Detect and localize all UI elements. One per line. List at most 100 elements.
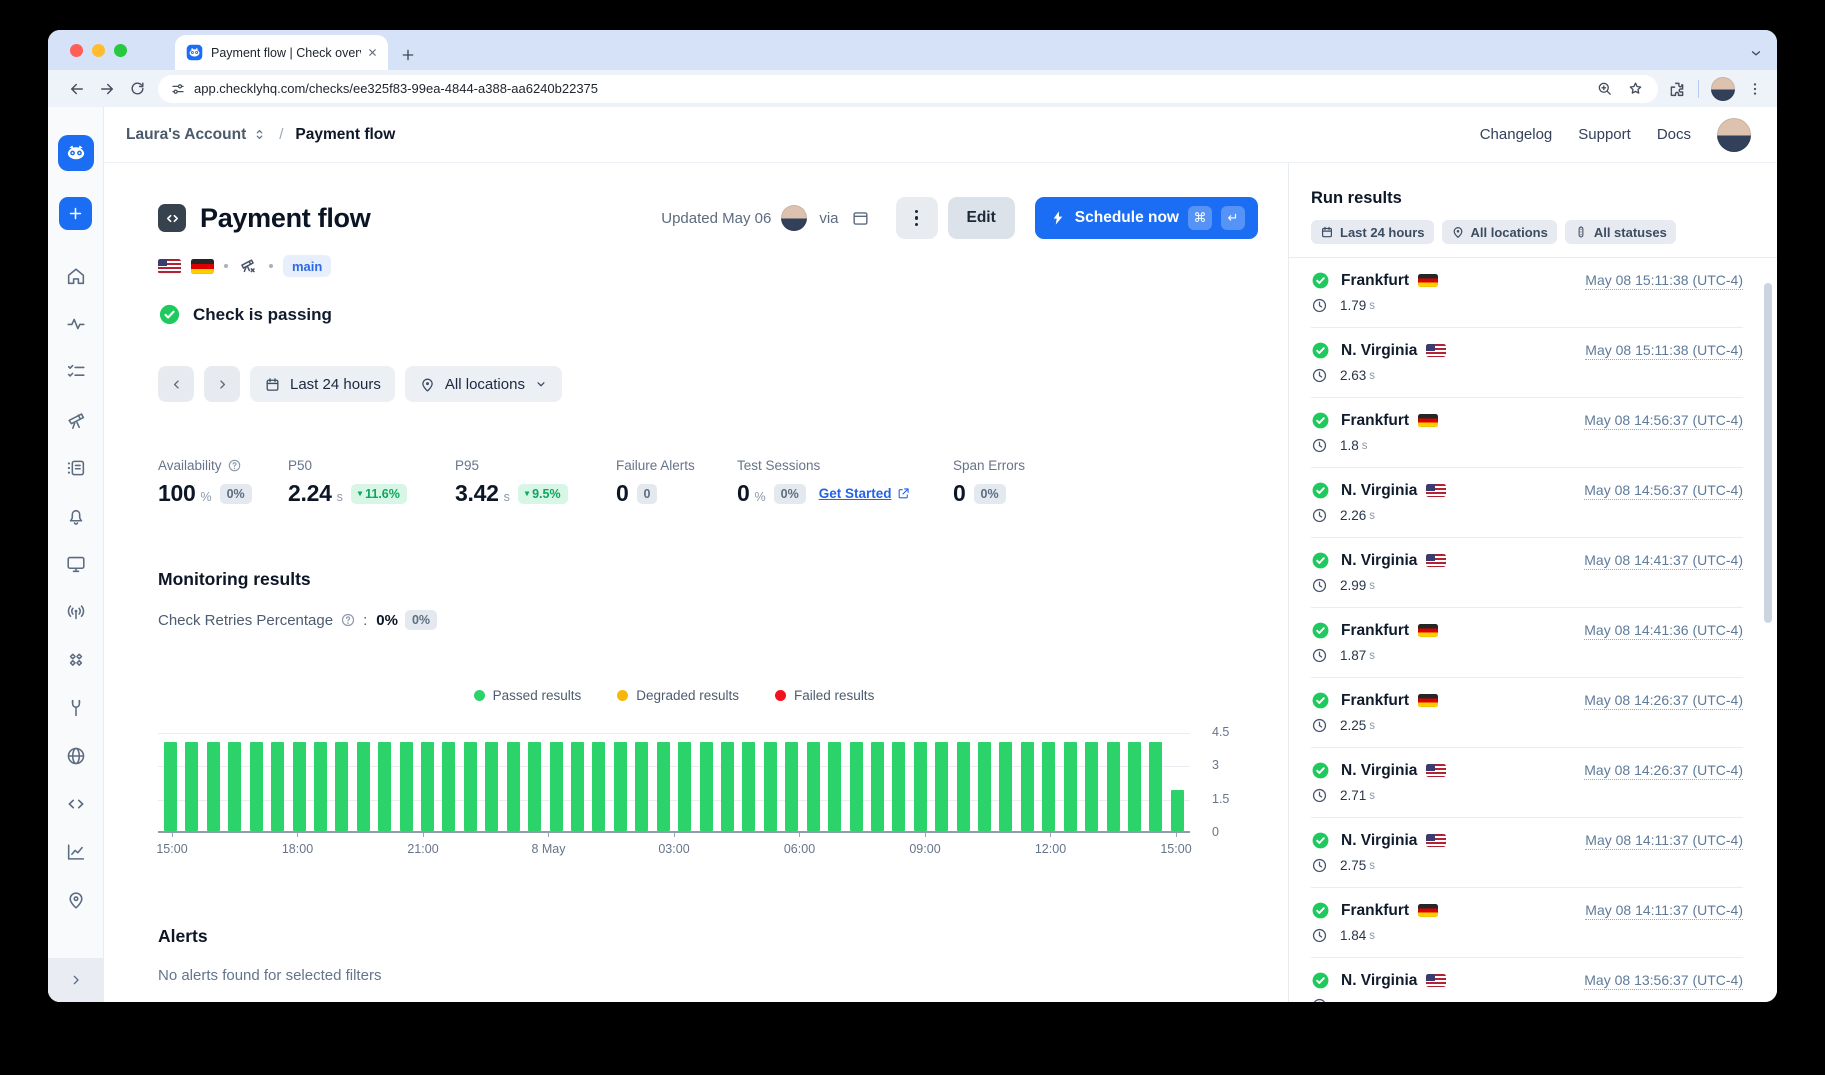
sidebar-item-telescope-icon[interactable] bbox=[48, 396, 104, 444]
divider bbox=[1698, 80, 1699, 98]
stat: Failure Alerts 0 0 bbox=[616, 458, 737, 507]
maximize-window-button[interactable] bbox=[114, 44, 127, 57]
tab-close-icon[interactable] bbox=[367, 47, 378, 58]
sidebar-item-code-icon[interactable] bbox=[48, 780, 104, 828]
reload-button[interactable] bbox=[122, 74, 152, 104]
run-timestamp-link[interactable]: May 08 14:26:37 (UTC-4) bbox=[1584, 692, 1743, 710]
sidebar-item-checklist-icon[interactable] bbox=[48, 348, 104, 396]
run-result-item[interactable]: Frankfurt May 08 15:11:38 (UTC-4) 1.79 s bbox=[1311, 258, 1743, 328]
run-result-item[interactable]: Frankfurt May 08 14:56:37 (UTC-4) 1.8 s bbox=[1311, 398, 1743, 468]
clock-icon bbox=[1311, 507, 1328, 524]
stat-label: Test Sessions bbox=[737, 458, 953, 473]
sidebar-item-notifications-icon[interactable] bbox=[48, 492, 104, 540]
close-window-button[interactable] bbox=[70, 44, 83, 57]
back-button[interactable] bbox=[62, 74, 92, 104]
run-result-item[interactable]: N. Virginia May 08 13:56:37 (UTC-4) bbox=[1311, 958, 1743, 1002]
sidebar-item-analytics-icon[interactable] bbox=[48, 828, 104, 876]
edit-button[interactable]: Edit bbox=[948, 197, 1015, 239]
sidebar-item-locations-icon[interactable] bbox=[48, 876, 104, 924]
runs-locations-badge: All locations bbox=[1442, 220, 1557, 244]
run-result-item[interactable]: Frankfurt May 08 14:41:36 (UTC-4) 1.87 s bbox=[1311, 608, 1743, 678]
run-timestamp-link[interactable]: May 08 13:56:37 (UTC-4) bbox=[1584, 972, 1743, 990]
browser-window: Payment flow | Check overview app.checkl… bbox=[48, 30, 1777, 1002]
run-result-item[interactable]: N. Virginia May 08 14:41:37 (UTC-4) 2.99… bbox=[1311, 538, 1743, 608]
clock-icon bbox=[1311, 297, 1328, 314]
extensions-puzzle-icon[interactable] bbox=[1668, 80, 1686, 98]
next-range-button[interactable] bbox=[204, 366, 240, 402]
alerts-empty-text: No alerts found for selected filters bbox=[158, 967, 1288, 984]
sidebar-item-dashboards-icon[interactable] bbox=[48, 540, 104, 588]
run-timestamp-link[interactable]: May 08 14:26:37 (UTC-4) bbox=[1584, 762, 1743, 780]
help-icon[interactable] bbox=[340, 612, 356, 628]
link-changelog[interactable]: Changelog bbox=[1480, 126, 1553, 143]
run-timestamp-link[interactable]: May 08 14:41:36 (UTC-4) bbox=[1584, 622, 1743, 640]
run-location: N. Virginia bbox=[1341, 482, 1417, 500]
sidebar-item-activity-icon[interactable] bbox=[48, 300, 104, 348]
run-result-item[interactable]: Frankfurt May 08 14:11:37 (UTC-4) 1.84 s bbox=[1311, 888, 1743, 958]
run-duration: 2.25 bbox=[1340, 718, 1366, 733]
cmd-key-icon: ⌘ bbox=[1188, 206, 1212, 230]
run-result-item[interactable]: N. Virginia May 08 14:26:37 (UTC-4) 2.71… bbox=[1311, 748, 1743, 818]
sidebar-item-broadcast-icon[interactable] bbox=[48, 588, 104, 636]
more-options-button[interactable] bbox=[896, 197, 938, 239]
run-timestamp-link[interactable]: May 08 14:56:37 (UTC-4) bbox=[1584, 412, 1743, 430]
chrome-menu-icon[interactable] bbox=[1747, 81, 1763, 97]
branch-badge[interactable]: main bbox=[283, 255, 331, 277]
x-axis-labels: 15:0018:0021:008 May03:0006:0009:0012:00… bbox=[152, 833, 1196, 856]
schedule-now-button[interactable]: Schedule now ⌘ ↵ bbox=[1035, 197, 1258, 239]
de-flag-icon bbox=[191, 259, 214, 274]
run-duration-unit: s bbox=[1369, 370, 1375, 382]
run-location: Frankfurt bbox=[1341, 902, 1409, 920]
zoom-icon[interactable] bbox=[1596, 80, 1613, 97]
bar-chart-plot[interactable] bbox=[158, 733, 1190, 833]
site-settings-icon[interactable] bbox=[170, 81, 186, 97]
run-timestamp-link[interactable]: May 08 14:11:37 (UTC-4) bbox=[1585, 902, 1743, 920]
link-support[interactable]: Support bbox=[1578, 126, 1631, 143]
run-timestamp-link[interactable]: May 08 14:11:37 (UTC-4) bbox=[1585, 832, 1743, 850]
stat-label: P95 bbox=[455, 458, 616, 473]
run-timestamp-link[interactable]: May 08 14:41:37 (UTC-4) bbox=[1584, 552, 1743, 570]
previous-range-button[interactable] bbox=[158, 366, 194, 402]
page-title: Payment flow bbox=[200, 203, 370, 234]
separator-dot bbox=[224, 264, 228, 268]
url-text: app.checklyhq.com/checks/ee325f83-99ea-4… bbox=[194, 81, 1596, 96]
address-bar[interactable]: app.checklyhq.com/checks/ee325f83-99ea-4… bbox=[158, 75, 1658, 103]
help-icon[interactable] bbox=[227, 458, 242, 473]
sidebar-expand-button[interactable] bbox=[48, 958, 104, 1002]
us-flag-icon bbox=[158, 259, 181, 274]
check-status-text: Check is passing bbox=[193, 305, 332, 325]
forward-button[interactable] bbox=[92, 74, 122, 104]
scrollbar-thumb[interactable] bbox=[1764, 283, 1772, 623]
get-started-link[interactable]: Get Started bbox=[819, 486, 911, 501]
run-timestamp-link[interactable]: May 08 15:11:38 (UTC-4) bbox=[1585, 342, 1743, 360]
minimize-window-button[interactable] bbox=[92, 44, 105, 57]
retries-label: Check Retries Percentage bbox=[158, 612, 333, 629]
run-duration: 2.75 bbox=[1340, 858, 1366, 873]
locations-filter[interactable]: All locations bbox=[405, 366, 562, 402]
via-label: via bbox=[819, 210, 838, 227]
run-result-item[interactable]: N. Virginia May 08 15:11:38 (UTC-4) 2.63… bbox=[1311, 328, 1743, 398]
create-new-button[interactable] bbox=[59, 197, 92, 230]
user-avatar[interactable] bbox=[1717, 118, 1751, 152]
sidebar-item-maintenance-icon[interactable] bbox=[48, 684, 104, 732]
run-result-item[interactable]: N. Virginia May 08 14:56:37 (UTC-4) 2.26… bbox=[1311, 468, 1743, 538]
sidebar-item-home-icon[interactable] bbox=[48, 252, 104, 300]
time-range-filter[interactable]: Last 24 hours bbox=[250, 366, 395, 402]
new-tab-button[interactable] bbox=[400, 47, 416, 63]
sidebar-item-integrations-icon[interactable] bbox=[48, 636, 104, 684]
link-docs[interactable]: Docs bbox=[1657, 126, 1691, 143]
run-timestamp-link[interactable]: May 08 15:11:38 (UTC-4) bbox=[1585, 272, 1743, 290]
run-timestamp-link[interactable]: May 08 14:56:37 (UTC-4) bbox=[1584, 482, 1743, 500]
sidebar-item-globe-icon[interactable] bbox=[48, 732, 104, 780]
sidebar-item-logs-icon[interactable] bbox=[48, 444, 104, 492]
run-result-item[interactable]: N. Virginia May 08 14:11:37 (UTC-4) 2.75… bbox=[1311, 818, 1743, 888]
run-duration: 1.87 bbox=[1340, 648, 1366, 663]
browser-tab[interactable]: Payment flow | Check overview bbox=[175, 35, 388, 70]
checkly-logo[interactable] bbox=[58, 135, 94, 171]
tab-list-chevron-icon[interactable] bbox=[1749, 46, 1763, 60]
clock-icon bbox=[1311, 437, 1328, 454]
chrome-profile-avatar[interactable] bbox=[1711, 77, 1735, 101]
account-switcher[interactable]: Laura's Account bbox=[126, 126, 267, 144]
bookmark-star-icon[interactable] bbox=[1627, 80, 1644, 97]
run-result-item[interactable]: Frankfurt May 08 14:26:37 (UTC-4) 2.25 s bbox=[1311, 678, 1743, 748]
